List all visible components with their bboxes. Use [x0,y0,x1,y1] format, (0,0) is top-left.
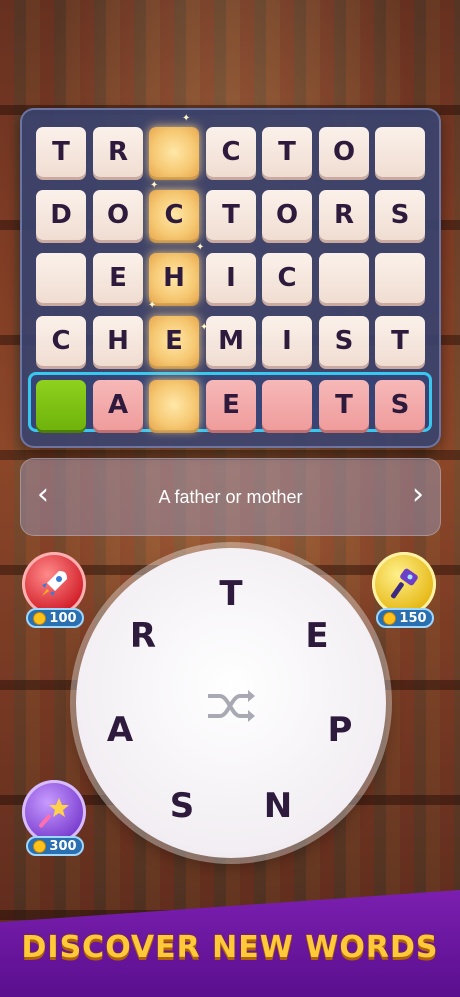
grid-row: TRCTO [36,127,425,177]
chevron-right-icon[interactable]: › [405,480,431,510]
sparkle-icon: ✦ [150,180,159,191]
grid-cell: A [93,380,143,430]
wheel-letter[interactable]: A [98,708,142,752]
shuffle-icon[interactable] [206,688,256,724]
wheel-letter[interactable]: E [295,614,339,658]
price-value: 150 [399,610,427,626]
wheel-letter[interactable]: N [256,784,300,828]
grid-cell: C [149,190,199,240]
booster-hammer[interactable]: 150 [370,552,440,628]
grid-cell: T [375,316,425,366]
grid-cell [36,380,86,430]
grid-row: DOCTORS [36,190,425,240]
grid-cell: M [206,316,256,366]
grid-cell: H [149,253,199,303]
booster-magic-wand[interactable]: 300 [20,780,90,856]
grid-cell: R [319,190,369,240]
grid-cell: D [36,190,86,240]
chevron-left-icon[interactable]: ‹ [30,480,56,510]
coin-icon [33,839,47,853]
grid-cell: O [319,127,369,177]
coin-icon [33,611,47,625]
grid-cell: H [93,316,143,366]
sparkle-icon: ✦ [196,242,205,253]
grid-row: CHEMIST [36,316,425,366]
grid-cell [375,127,425,177]
booster-price: 100 [26,608,84,628]
grid-cell [36,253,86,303]
clue-text: A father or mother [158,486,303,507]
booster-price: 300 [26,836,84,856]
grid-cell [375,253,425,303]
grid-cell: C [206,127,256,177]
grid-cell: O [93,190,143,240]
clue-bar: ‹ A father or mother › [20,458,441,536]
letter-wheel[interactable]: T E P N S A R [76,548,386,858]
coin-icon [383,611,397,625]
grid-cell: E [149,316,199,366]
hammer-icon [372,552,436,616]
wheel-letter[interactable]: S [160,784,204,828]
grid-cell: I [206,253,256,303]
grid-cell: T [206,190,256,240]
rocket-icon [22,552,86,616]
grid-cell [149,380,199,430]
grid-cell: O [262,190,312,240]
wheel-letter[interactable]: T [209,572,253,616]
grid-cell: C [262,253,312,303]
grid-cell: T [36,127,86,177]
booster-rocket[interactable]: 100 [20,552,90,628]
sparkle-icon: ✦ [200,322,209,333]
grid-cell: R [93,127,143,177]
grid-cell: S [375,380,425,430]
grid-cell: T [319,380,369,430]
grid-cell: E [93,253,143,303]
grid-cell: T [262,127,312,177]
grid-cell [149,127,199,177]
grid-cell: S [319,316,369,366]
grid-cell [262,380,312,430]
grid-cell: I [262,316,312,366]
price-value: 300 [49,838,77,854]
grid-cell [319,253,369,303]
grid-row: EHIC [36,253,425,303]
grid-row: A E TS [36,380,425,430]
grid-cell: S [375,190,425,240]
promo-banner-text: DISCOVER NEW WORDS [21,930,439,965]
grid-cell: C [36,316,86,366]
price-value: 100 [49,610,77,626]
sparkle-icon: ✦ [182,113,191,124]
sparkle-icon: ✦ [148,300,157,311]
grid-cell: E [206,380,256,430]
wheel-letter[interactable]: R [121,614,165,658]
magic-wand-icon [22,780,86,844]
booster-price: 150 [376,608,434,628]
wheel-letter[interactable]: P [318,708,362,752]
